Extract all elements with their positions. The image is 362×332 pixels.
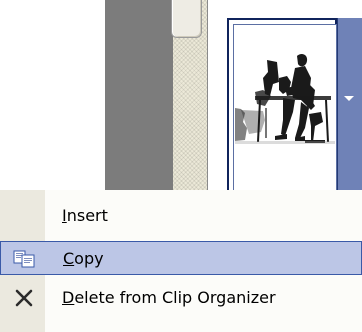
- menu-item-label: Copy: [63, 249, 104, 268]
- menu-item-label: Insert: [62, 206, 108, 225]
- task-pane-left-region: [105, 0, 173, 190]
- menu-item-label: Delete from Clip Organizer: [62, 288, 276, 307]
- menu-item-delete[interactable]: Delete from Clip Organizer: [0, 281, 362, 315]
- menu-item-copy[interactable]: Copy: [0, 241, 362, 275]
- vertical-scrollbar-thumb[interactable]: [171, 0, 202, 38]
- menu-item-insert[interactable]: Insert: [0, 199, 362, 233]
- clip-dropdown-button[interactable]: [337, 18, 362, 190]
- person-at-computer-clipart: [235, 53, 335, 144]
- copy-icon: [13, 250, 35, 268]
- chevron-down-icon: [344, 96, 354, 101]
- delete-x-icon: [15, 289, 33, 307]
- context-menu: Insert Copy Delete from Clip Organizer: [0, 190, 362, 332]
